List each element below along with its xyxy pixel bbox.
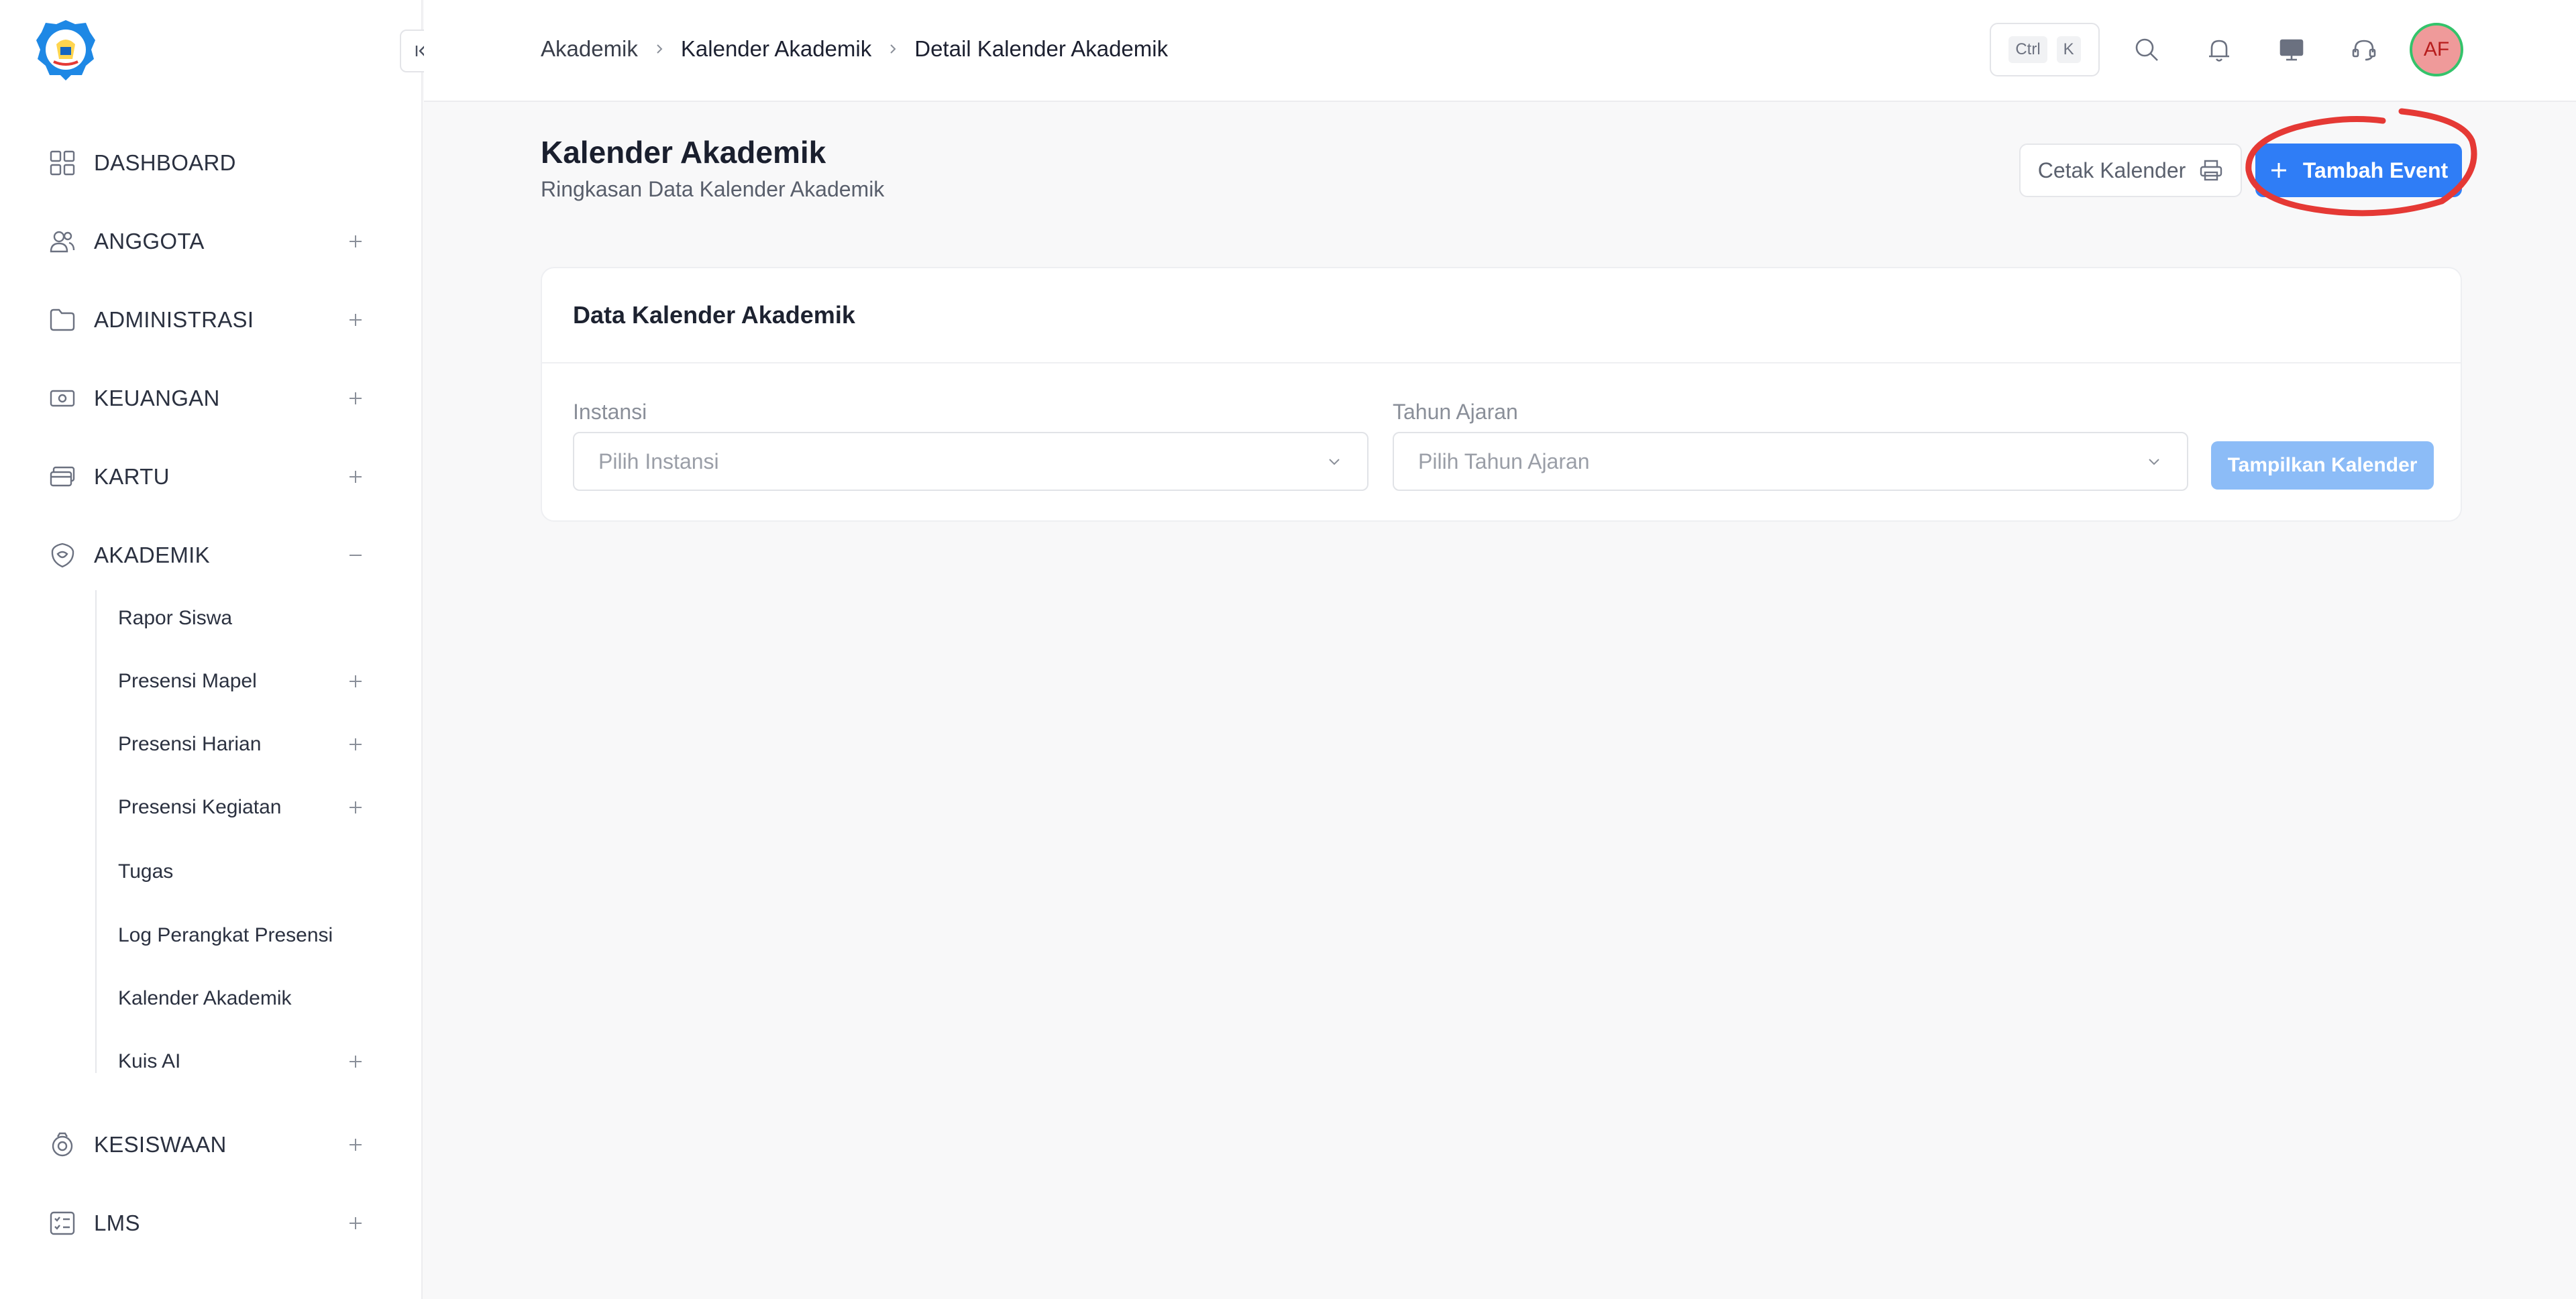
sidebar-item-anggota[interactable]: ANGGOTA: [47, 215, 369, 268]
add-event-button[interactable]: Tambah Event: [2255, 144, 2462, 197]
sidebar-item-kesiswaan[interactable]: KESISWAAN: [47, 1118, 369, 1172]
add-event-label: Tambah Event: [2302, 158, 2449, 182]
sidebar-subitem-label: Kalender Akademik: [118, 987, 292, 1009]
sidebar-item-label: DASHBOARD: [94, 150, 236, 175]
kbd-k: K: [2056, 36, 2081, 63]
school-logo[interactable]: [34, 17, 98, 82]
users-icon: [47, 226, 78, 257]
expand-plus-icon[interactable]: [342, 228, 369, 255]
chevron-right-icon: [886, 42, 900, 56]
money-icon: [47, 383, 78, 414]
headset-icon[interactable]: [2344, 30, 2384, 70]
page-title: Kalender Akademik: [541, 135, 826, 170]
user-avatar[interactable]: AF: [2410, 23, 2463, 76]
chevron-right-icon: [653, 42, 666, 56]
sidebar-subitem-label: Presensi Kegiatan: [118, 796, 282, 818]
sidebar-subitem-label: Tugas: [118, 860, 174, 883]
bell-icon[interactable]: [2199, 30, 2239, 70]
breadcrumb-detail: Detail Kalender Akademik: [914, 36, 1169, 61]
sidebar-item-keuangan[interactable]: KEUANGAN: [47, 372, 369, 425]
sidebar-item-label: ADMINISTRASI: [94, 307, 254, 332]
search-icon[interactable]: [2127, 30, 2167, 70]
printer-icon: [2200, 160, 2222, 181]
expand-plus-icon[interactable]: [342, 1210, 369, 1237]
sidebar-subitem-label: Rapor Siswa: [118, 607, 233, 629]
sidebar-subitem-label: Presensi Mapel: [118, 670, 257, 692]
academic-icon: [47, 540, 78, 571]
command-palette-shortcut[interactable]: Ctrl K: [1990, 23, 2100, 76]
sidebar-item-label: LMS: [94, 1210, 140, 1235]
breadcrumb-akademik[interactable]: Akademik: [541, 36, 638, 62]
sidebar-subitem-kuis-ai[interactable]: Kuis AI: [118, 1035, 369, 1088]
monitor-icon[interactable]: [2271, 30, 2312, 70]
sidebar-item-label: KESISWAAN: [94, 1132, 227, 1157]
sidebar-item-akademik[interactable]: AKADEMIK: [47, 528, 369, 582]
show-calendar-button[interactable]: Tampilkan Kalender: [2211, 441, 2434, 490]
expand-plus-icon[interactable]: [342, 385, 369, 412]
student-icon: [47, 1129, 78, 1160]
expand-plus-icon[interactable]: [342, 1048, 369, 1075]
instansi-select[interactable]: Pilih Instansi: [573, 432, 1368, 491]
expand-plus-icon[interactable]: [342, 1131, 369, 1158]
print-calendar-label: Cetak Kalender: [2037, 158, 2186, 182]
tahun-ajaran-placeholder: Pilih Tahun Ajaran: [1418, 449, 1590, 473]
expand-plus-icon[interactable]: [342, 463, 369, 490]
chevron-down-icon: [1329, 459, 1340, 465]
page-subtitle: Ringkasan Data Kalender Akademik: [541, 177, 885, 201]
tahun-ajaran-label: Tahun Ajaran: [1393, 400, 1518, 424]
expand-plus-icon[interactable]: [342, 731, 369, 758]
instansi-placeholder: Pilih Instansi: [598, 449, 719, 473]
sidebar-item-label: ANGGOTA: [94, 229, 205, 253]
card-title: Data Kalender Akademik: [573, 301, 855, 329]
sidebar-item-lms[interactable]: LMS: [47, 1196, 369, 1250]
kbd-ctrl: Ctrl: [2008, 36, 2047, 63]
tahun-ajaran-select[interactable]: Pilih Tahun Ajaran: [1393, 432, 2188, 491]
sidebar-subitem-label: Kuis AI: [118, 1050, 181, 1072]
sidebar-item-label: KEUANGAN: [94, 386, 220, 410]
sidebar-subitem-label: Presensi Harian: [118, 733, 262, 755]
sidebar-subitem-presensi-kegiatan[interactable]: Presensi Kegiatan: [118, 781, 369, 834]
sidebar-item-kartu[interactable]: KARTU: [47, 450, 369, 504]
expand-plus-icon[interactable]: [342, 794, 369, 821]
sidebar-item-label: KARTU: [94, 464, 170, 489]
sidebar-subitem-presensi-harian[interactable]: Presensi Harian: [118, 718, 369, 771]
print-calendar-button[interactable]: Cetak Kalender: [2019, 144, 2242, 197]
sidebar-item-label: AKADEMIK: [94, 543, 210, 567]
card-header: Data Kalender Akademik: [542, 268, 2461, 363]
sidebar-item-dashboard[interactable]: DASHBOARD: [47, 136, 369, 190]
sidebar-subitem-presensi-mapel[interactable]: Presensi Mapel: [118, 655, 369, 708]
sidebar-item-administrasi[interactable]: ADMINISTRASI: [47, 293, 369, 347]
sidebar-subitem-label: Log Perangkat Presensi: [118, 924, 333, 946]
checklist-icon: [47, 1208, 78, 1239]
calendar-filter-card: Data Kalender Akademik Instansi Pilih In…: [541, 267, 2462, 522]
sidebar-subitem-rapor-siswa[interactable]: Rapor Siswa: [118, 591, 369, 645]
dashboard-grid-icon: [47, 148, 78, 178]
expand-plus-icon[interactable]: [342, 306, 369, 333]
submenu-rail: [95, 590, 97, 1073]
instansi-label: Instansi: [573, 400, 647, 424]
sidebar-subitem-kalender-akademik[interactable]: Kalender Akademik: [118, 972, 369, 1025]
chevron-down-icon: [2149, 459, 2159, 465]
plus-icon: [2271, 163, 2286, 178]
card-icon: [47, 461, 78, 492]
expand-plus-icon[interactable]: [342, 668, 369, 695]
sidebar-subitem-tugas[interactable]: Tugas: [118, 845, 369, 899]
breadcrumb-kalender-akademik[interactable]: Kalender Akademik: [681, 36, 871, 62]
sidebar: DASHBOARD ANGGOTA ADMINISTRASI KEUANGAN: [0, 0, 443, 1299]
breadcrumb: Akademik Kalender Akademik Detail Kalend…: [541, 34, 1168, 64]
collapse-minus-icon[interactable]: [342, 542, 369, 569]
folder-icon: [47, 304, 78, 335]
sidebar-subitem-log-perangkat-presensi[interactable]: Log Perangkat Presensi: [118, 909, 369, 962]
